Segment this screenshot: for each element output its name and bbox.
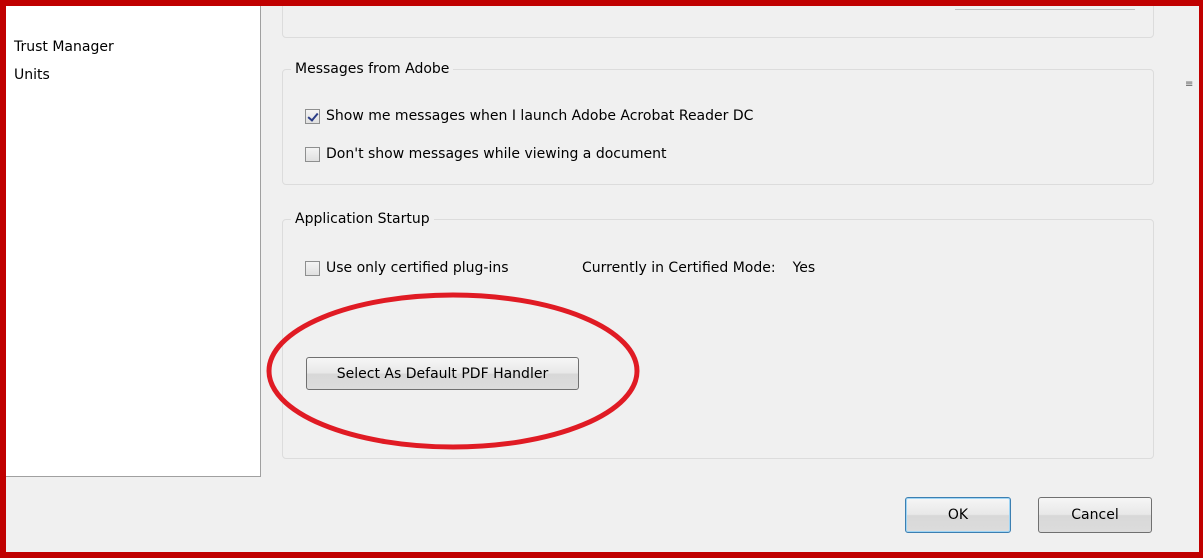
application-startup-group: Application Startup Use only certified p… <box>282 209 1154 459</box>
show-messages-on-launch-label[interactable]: Show me messages when I launch Adobe Acr… <box>326 106 753 126</box>
scrollbar-grip-icon[interactable]: ≡ <box>1185 80 1193 90</box>
dont-show-while-viewing-row[interactable]: Don't show messages while viewing a docu… <box>305 144 666 164</box>
certified-plugins-row[interactable]: Use only certified plug-ins <box>305 258 509 278</box>
previous-panel-control <box>955 0 1135 10</box>
messages-from-adobe-group: Messages from Adobe Show me messages whe… <box>282 59 1154 185</box>
category-item-tracker[interactable]: Tracker <box>14 0 65 11</box>
cancel-button[interactable]: Cancel <box>1038 497 1152 533</box>
show-messages-on-launch-checkbox[interactable] <box>305 108 320 124</box>
show-messages-on-launch-row[interactable]: Show me messages when I launch Adobe Acr… <box>305 106 753 126</box>
startup-group-title: Application Startup <box>291 209 434 229</box>
ok-button[interactable]: OK <box>905 497 1011 533</box>
dont-show-while-viewing-checkbox[interactable] <box>305 146 320 162</box>
select-default-pdf-handler-button[interactable]: Select As Default PDF Handler <box>306 357 579 390</box>
certified-plugins-checkbox[interactable] <box>305 260 320 276</box>
certified-mode-status: Currently in Certified Mode: Yes <box>582 258 815 278</box>
certified-mode-value: Yes <box>792 260 816 276</box>
category-item-trust-manager[interactable]: Trust Manager <box>14 38 114 56</box>
messages-group-title: Messages from Adobe <box>291 59 454 79</box>
preferences-category-list[interactable]: Tracker Trust Manager Units <box>6 0 261 477</box>
category-item-units[interactable]: Units <box>14 66 50 84</box>
dont-show-while-viewing-label[interactable]: Don't show messages while viewing a docu… <box>326 144 666 164</box>
certified-plugins-label[interactable]: Use only certified plug-ins <box>326 258 509 278</box>
certified-mode-label: Currently in Certified Mode: <box>582 260 776 276</box>
previous-settings-panel <box>282 0 1154 38</box>
